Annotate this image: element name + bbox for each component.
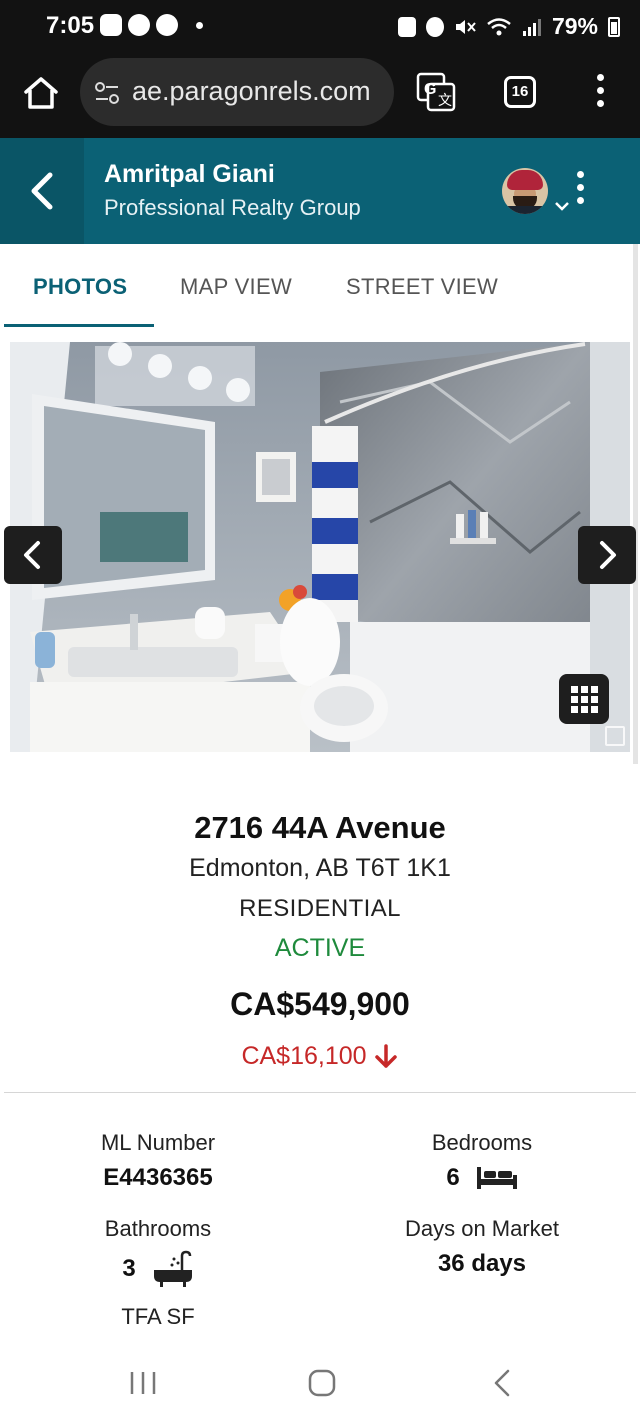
svg-text:G: G (424, 81, 436, 98)
scrollbar[interactable] (633, 244, 638, 764)
battery-percent: 79% (551, 13, 598, 39)
mute-icon (455, 19, 476, 34)
price-reduction-amount: CA$16,100 (241, 1042, 367, 1070)
home-nav-icon[interactable] (306, 1368, 338, 1398)
agent-company: Professional Realty Group (104, 195, 361, 220)
ml-number-label: ML Number (100, 1130, 216, 1155)
bedrooms-stat: Bedrooms 6 (382, 1130, 582, 1192)
more-options-icon[interactable] (574, 171, 586, 211)
arrow-down-icon (374, 1043, 397, 1068)
bathrooms-stat: Bathrooms 3 (58, 1216, 258, 1288)
youtube-icon (100, 14, 122, 36)
home-icon[interactable] (20, 72, 62, 114)
property-type: RESIDENTIAL (239, 895, 401, 922)
price-reduction: CA$16,100 (0, 1042, 640, 1071)
bedrooms-value: 6 (446, 1164, 460, 1191)
system-nav-bar (0, 1346, 640, 1422)
more-notifications-icon (196, 21, 203, 29)
notification-icons (100, 14, 203, 36)
bedrooms-label: Bedrooms (431, 1130, 533, 1155)
listing-address: 2716 44A Avenue (194, 810, 446, 845)
address-bar[interactable]: ae.paragonrels.com (80, 58, 394, 126)
status-bar: 7:05 79% (0, 0, 640, 52)
back-button[interactable] (0, 138, 84, 244)
svg-text:文: 文 (438, 92, 452, 108)
days-on-market-value: 36 days (437, 1250, 527, 1277)
days-on-market-stat: Days on Market 36 days (382, 1216, 582, 1278)
url-text[interactable]: ae.paragonrels.com (132, 76, 382, 107)
bathrooms-label: Bathrooms (104, 1216, 212, 1241)
listing-price: CA$549,900 (230, 986, 410, 1022)
chevron-left-icon[interactable] (4, 526, 62, 584)
browser-toolbar: ae.paragonrels.com G 文 16 (0, 52, 640, 138)
days-on-market-label: Days on Market (404, 1216, 560, 1241)
agent-header: Amritpal Giani Professional Realty Group (0, 138, 640, 244)
system-icons: 79% (397, 13, 620, 40)
view-tabs: PHOTOS MAP VIEW STREET VIEW (0, 244, 640, 328)
tab-map-view[interactable]: MAP VIEW (180, 274, 292, 300)
tfa-sf-stat: TFA SF (58, 1304, 258, 1330)
site-settings-icon[interactable] (94, 82, 120, 104)
status-time: 7:05 (46, 12, 95, 39)
recent-apps-icon[interactable] (128, 1368, 160, 1398)
ml-number-stat: ML Number E4436365 (58, 1130, 258, 1192)
active-tab-indicator (4, 324, 154, 327)
ml-number-value: E4436365 (103, 1164, 213, 1191)
nfc-icon (397, 16, 416, 37)
tfa-sf-label: TFA SF (121, 1304, 195, 1329)
battery-icon (608, 16, 620, 37)
bathroom-photo (10, 342, 630, 752)
divider (4, 1092, 636, 1093)
previous-photo-button[interactable] (4, 526, 62, 584)
next-photo-button[interactable] (578, 526, 636, 584)
facebook-icon-2 (156, 14, 178, 36)
bathrooms-value: 3 (122, 1255, 136, 1282)
tab-switcher-button[interactable]: 16 (504, 76, 536, 108)
facebook-icon (128, 14, 150, 36)
wifi-icon (487, 17, 511, 35)
agent-name: Amritpal Giani (104, 160, 275, 188)
grid-icon[interactable] (559, 674, 609, 724)
tab-photos[interactable]: PHOTOS (33, 274, 127, 300)
translate-icon[interactable]: G 文 (416, 72, 456, 112)
chevron-right-icon[interactable] (578, 526, 636, 584)
signal-icon (522, 18, 541, 36)
back-nav-icon[interactable] (488, 1368, 518, 1398)
bed-icon (476, 1167, 517, 1189)
listing-photo[interactable] (10, 342, 630, 752)
alarm-icon (425, 16, 444, 37)
chevron-left-icon[interactable] (28, 171, 56, 211)
chevron-down-icon[interactable] (554, 200, 570, 212)
realtor-logo-icon (605, 726, 625, 746)
listing-city: Edmonton, AB T6T 1K1 (189, 854, 451, 882)
listing-status: ACTIVE (274, 934, 366, 962)
agent-avatar[interactable] (502, 168, 548, 214)
browser-menu-icon[interactable] (594, 74, 606, 112)
photo-grid-button[interactable] (559, 674, 609, 724)
bathtub-icon (153, 1250, 192, 1287)
tab-street-view[interactable]: STREET VIEW (346, 274, 498, 300)
